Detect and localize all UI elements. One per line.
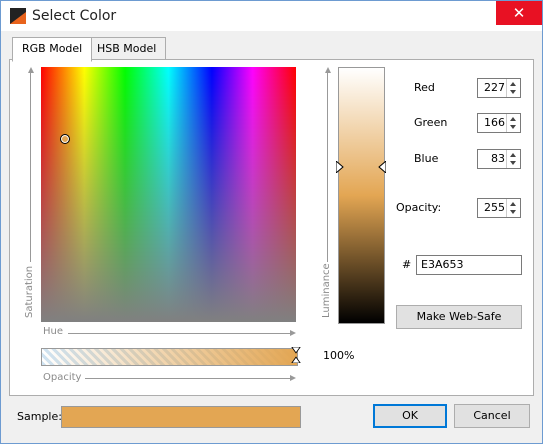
- title-bar: Select Color ✕: [1, 1, 542, 31]
- make-web-safe-button[interactable]: Make Web-Safe: [396, 305, 522, 329]
- app-icon: [10, 8, 26, 24]
- saturation-label: Saturation: [24, 265, 35, 318]
- opacity-arrow-icon: [290, 375, 296, 381]
- saturation-axis: [30, 72, 31, 262]
- blue-spinbox[interactable]: 83: [477, 149, 521, 169]
- saturation-arrow-icon: [28, 67, 34, 73]
- spin-down-icon[interactable]: [510, 90, 516, 94]
- sample-swatch: [61, 406, 301, 428]
- blue-label: Blue: [414, 152, 439, 165]
- green-spin-buttons[interactable]: [506, 114, 520, 132]
- hex-input[interactable]: E3A653: [416, 255, 522, 275]
- spin-up-icon[interactable]: [510, 202, 516, 206]
- close-button[interactable]: ✕: [496, 1, 542, 25]
- spin-up-icon[interactable]: [510, 153, 516, 157]
- close-icon: ✕: [512, 4, 526, 22]
- rgb-model-panel: Saturation Hue 100% Opacity Luminance Re…: [9, 59, 534, 396]
- spin-down-icon[interactable]: [510, 210, 516, 214]
- luminance-label: Luminance: [321, 263, 332, 318]
- hue-arrow-icon: [290, 330, 296, 336]
- luminance-slider-handle[interactable]: [336, 161, 386, 173]
- luminance-axis: [327, 72, 328, 262]
- opacity-slider[interactable]: [41, 348, 298, 366]
- spin-down-icon[interactable]: [510, 125, 516, 129]
- green-label: Green: [414, 116, 448, 129]
- blue-spin-buttons[interactable]: [506, 150, 520, 168]
- spectrum-picker-handle[interactable]: [60, 134, 70, 144]
- tab-hsb-model[interactable]: HSB Model: [87, 37, 167, 61]
- window-title: Select Color: [32, 8, 117, 24]
- color-spectrum[interactable]: [41, 67, 296, 322]
- red-value: 227: [484, 81, 505, 94]
- sample-label: Sample:: [17, 410, 62, 423]
- hue-axis: [68, 333, 290, 334]
- opacity-spinbox[interactable]: 255: [477, 198, 521, 218]
- red-label: Red: [414, 81, 435, 94]
- cancel-button[interactable]: Cancel: [454, 404, 530, 428]
- hue-label: Hue: [43, 326, 64, 337]
- opacity-value: 255: [484, 201, 505, 214]
- spin-down-icon[interactable]: [510, 161, 516, 165]
- green-spinbox[interactable]: 166: [477, 113, 521, 133]
- tab-rgb-model[interactable]: RGB Model: [12, 37, 93, 62]
- spin-up-icon[interactable]: [510, 117, 516, 121]
- luminance-slider[interactable]: [338, 67, 385, 324]
- red-spinbox[interactable]: 227: [477, 78, 521, 98]
- spin-up-icon[interactable]: [510, 82, 516, 86]
- opacity-axis: [85, 378, 290, 379]
- green-value: 166: [484, 116, 505, 129]
- red-spin-buttons[interactable]: [506, 79, 520, 97]
- ok-button[interactable]: OK: [373, 404, 447, 428]
- opacity-percent: 100%: [323, 349, 355, 362]
- opacity-field-label: Opacity:: [396, 201, 442, 214]
- hex-value: E3A653: [421, 258, 464, 271]
- select-color-window: Select Color ✕ RGB Model HSB Model Satur…: [0, 0, 543, 444]
- luminance-arrow-icon: [325, 67, 331, 73]
- hex-label: #: [402, 258, 412, 271]
- opacity-spin-buttons[interactable]: [506, 199, 520, 217]
- blue-value: 83: [491, 152, 505, 165]
- opacity-slider-handle[interactable]: [291, 347, 301, 363]
- opacity-label: Opacity: [43, 372, 82, 383]
